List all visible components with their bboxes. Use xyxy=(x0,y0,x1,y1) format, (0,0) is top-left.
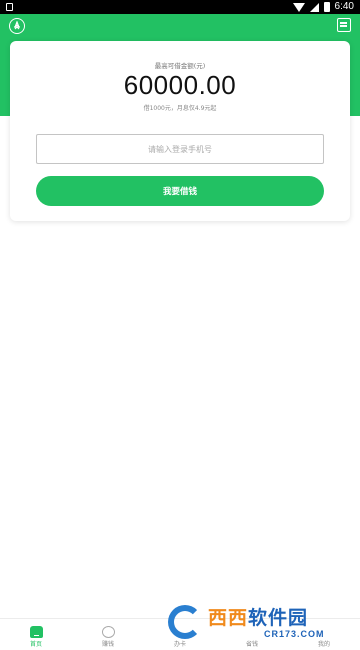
nav-label-earn: 赚钱 xyxy=(101,641,114,648)
watermark-logo: 西西软件园 CR173.COM xyxy=(168,601,346,645)
status-bar: 6:40 xyxy=(0,0,360,14)
rocket-glyph-icon xyxy=(14,21,20,30)
watermark-brand-orange: 西西 xyxy=(208,607,249,629)
watermark-c-icon xyxy=(168,605,202,639)
notification-icon xyxy=(6,3,13,11)
status-time: 6:40 xyxy=(334,1,354,12)
phone-input[interactable] xyxy=(36,134,324,164)
signal-icon xyxy=(309,2,319,12)
battery-icon xyxy=(323,2,330,12)
wifi-icon xyxy=(292,2,305,12)
max-amount-label: 最高可借金额(元) xyxy=(154,62,206,70)
borrow-button[interactable]: 我要借钱 xyxy=(36,176,324,206)
status-icons: 6:40 xyxy=(292,0,354,14)
watermark-domain: CR173.COM xyxy=(264,629,325,639)
nav-label-home: 首页 xyxy=(29,641,42,648)
rocket-badge-icon[interactable] xyxy=(9,18,25,34)
interest-note: 借1000元，月息仅4.9元起 xyxy=(143,105,217,112)
home-icon xyxy=(29,626,43,638)
watermark-brand-blue: 软件园 xyxy=(248,607,309,629)
nav-item-home[interactable]: 首页 xyxy=(0,619,72,650)
message-icon[interactable] xyxy=(337,18,351,32)
max-amount-value: 60000.00 xyxy=(123,70,237,100)
loan-card: 最高可借金额(元) 60000.00 借1000元，月息仅4.9元起 我要借钱 xyxy=(10,41,350,221)
nav-item-earn[interactable]: 赚钱 xyxy=(72,619,144,650)
coin-bag-icon xyxy=(101,626,115,638)
watermark-brand: 西西软件园 xyxy=(208,603,308,630)
